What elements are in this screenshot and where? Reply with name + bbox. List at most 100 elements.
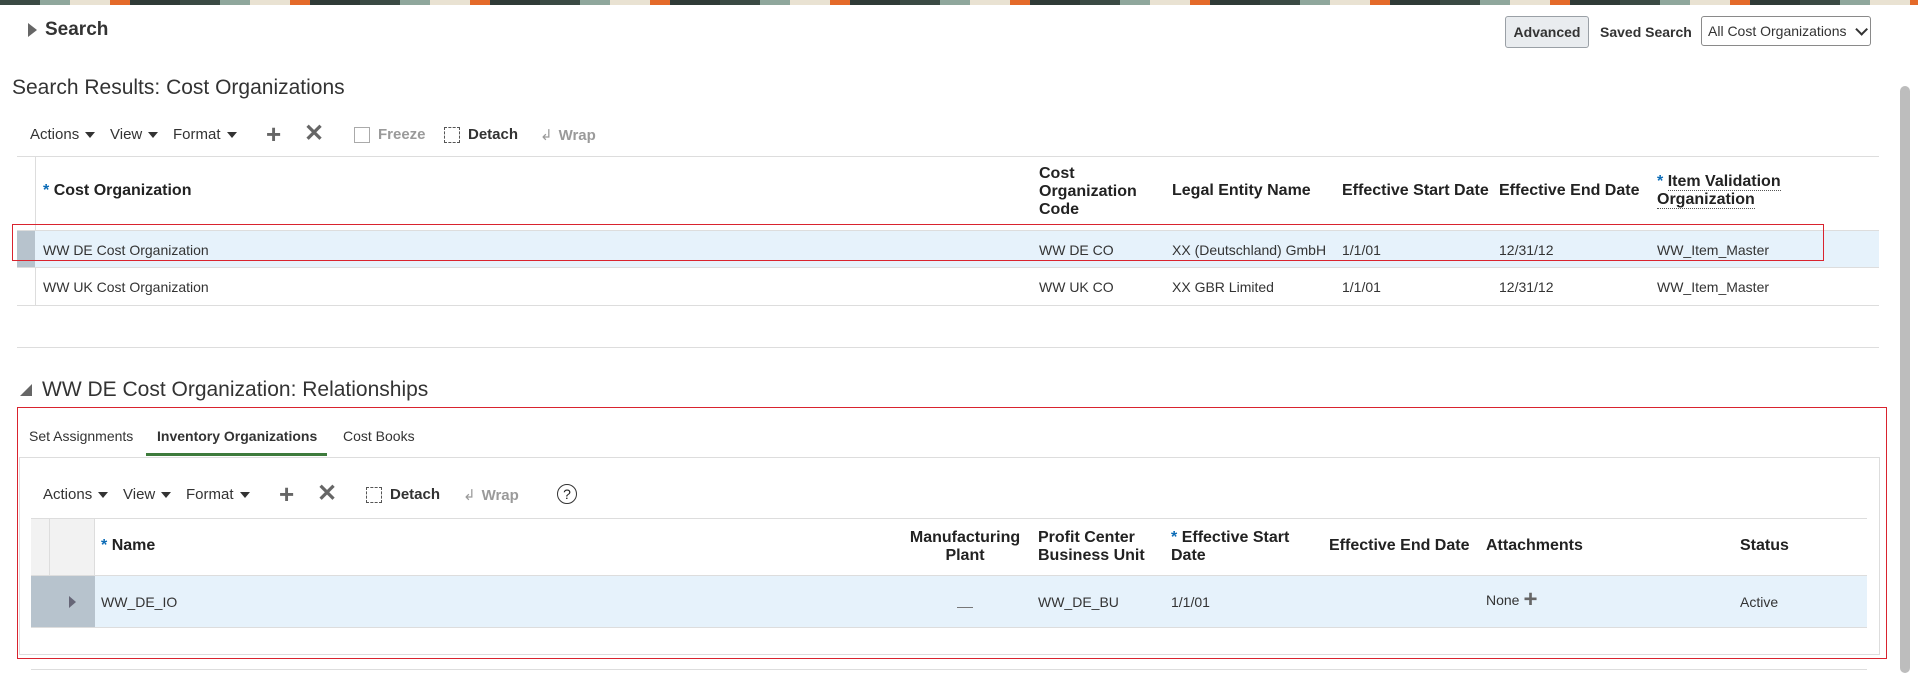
cell-cost-organization: WW UK Cost Organization [43,279,209,295]
rel-rowheader-blank [31,519,49,575]
section-divider [17,347,1879,348]
cell-code: WW UK CO [1039,279,1114,295]
help-icon[interactable]: ? [557,484,577,504]
wrap-icon: ↲ [540,127,553,144]
search-title: Search [45,19,109,40]
caret-down-icon [226,131,237,138]
col-manufacturing-plant[interactable]: Manufacturing Plant [905,529,1025,565]
delete-icon[interactable]: ✕ [304,122,324,146]
required-star: * [43,182,50,199]
caret-down-icon [148,131,159,138]
col-effective-start-date[interactable]: * Effective Start Date [1171,529,1289,565]
highlight-selected-row [12,224,1824,261]
col-profit-center-business-unit[interactable]: Profit Center Business Unit [1038,529,1145,565]
required-star: * [1657,173,1664,190]
caret-down-icon [85,131,96,138]
col-effective-end-date[interactable]: Effective End Date [1499,182,1639,200]
cell-profit-center-bu: WW_DE_BU [1038,594,1119,610]
col-label: Date [1171,547,1206,564]
expand-triangle-icon [28,23,37,37]
wrap-icon: ↲ [463,487,476,504]
results-title: Search Results: Cost Organizations [12,76,345,99]
saved-search-select[interactable]: All Cost Organizations [1701,16,1871,46]
col-effective-start-date[interactable]: Effective Start Date [1342,182,1489,200]
results-table-top-border [17,156,1879,157]
col-attachments[interactable]: Attachments [1486,537,1583,555]
col-cost-organization[interactable]: * Cost Organization [43,182,191,200]
collapse-triangle-icon [20,384,32,396]
page-bottom-divider [31,669,1867,670]
col-effective-end-date[interactable]: Effective End Date [1329,537,1469,555]
rel-format-menu[interactable]: Format [186,486,250,503]
col-item-validation-organization[interactable]: * Item Validation Organization [1657,173,1807,209]
cell-start-date: 1/1/01 [1171,594,1210,610]
tab-set-assignments[interactable]: Set Assignments [29,428,133,444]
advanced-button[interactable]: Advanced [1505,16,1589,48]
col-label: Effective Start [1181,529,1290,546]
cell-legal-entity: XX GBR Limited [1172,279,1274,295]
freeze-button[interactable]: Freeze [354,126,426,143]
rel-table-bottom-border [31,627,1867,628]
freeze-label: Freeze [378,126,426,143]
cell-start-date: 1/1/01 [1342,279,1381,295]
wrap-label: Wrap [558,126,596,144]
cell-status: Active [1740,594,1779,610]
col-label: Item Validation Organization [1657,173,1781,209]
col-label: Plant [945,547,985,564]
col-label: Business Unit [1038,547,1145,564]
rel-actions-menu[interactable]: Actions [43,486,109,503]
actions-label: Actions [43,486,93,503]
results-view-menu[interactable]: View [110,126,159,143]
add-attachment-icon[interactable]: + [1523,588,1537,612]
table-row[interactable] [31,576,1867,627]
saved-search-label: Saved Search [1600,24,1692,40]
caret-down-icon [98,491,109,498]
caret-down-icon [239,491,250,498]
detach-button[interactable]: Detach [444,126,518,143]
results-actions-menu[interactable]: Actions [30,126,96,143]
manufacturing-plant-empty-dash [957,607,973,608]
relationships-title: WW DE Cost Organization: Relationships [42,378,429,401]
results-table-bottom-border [17,305,1879,306]
detach-label: Detach [390,486,441,503]
rel-table-top-border [31,518,1867,519]
col-label: Manufacturing [909,529,1021,546]
search-section-header[interactable]: Search [28,19,108,41]
results-format-menu[interactable]: Format [173,126,237,143]
tab-cost-books[interactable]: Cost Books [343,428,415,444]
header-banner [0,0,1918,5]
detach-label: Detach [468,126,519,143]
wrap-button[interactable]: ↲ Wrap [540,126,596,145]
expand-row-icon [68,595,76,608]
relationships-section-header[interactable]: WW DE Cost Organization: Relationships [20,378,428,402]
caret-down-icon [161,491,172,498]
rel-detach-button[interactable]: Detach [366,486,440,503]
add-icon[interactable]: + [279,481,294,507]
cell-item-validation-org: WW_Item_Master [1657,279,1770,295]
cell-end-date: 12/31/12 [1499,279,1554,295]
required-star: * [101,537,108,554]
rel-wrap-button[interactable]: ↲ Wrap [463,486,519,505]
row-header-selected[interactable] [31,576,49,627]
add-icon[interactable]: + [266,121,281,147]
wrap-label: Wrap [481,486,519,504]
attachments-value: None [1486,592,1520,608]
col-label: Name [111,537,156,554]
col-status[interactable]: Status [1740,537,1789,555]
row-expand-button[interactable] [49,576,95,627]
rel-view-menu[interactable]: View [123,486,172,503]
col-cost-organization-code[interactable]: Cost Organization Code [1039,165,1149,219]
detach-icon [366,486,382,503]
rel-expand-col-header [49,519,95,575]
page-scrollbar[interactable] [1900,86,1910,673]
col-name[interactable]: * Name [101,537,155,555]
view-label: View [123,486,156,503]
col-label: Profit Center [1038,529,1135,546]
delete-icon[interactable]: ✕ [317,482,337,506]
tab-inventory-organizations[interactable]: Inventory Organizations [146,428,328,456]
view-label: View [110,126,143,143]
format-label: Format [173,126,221,143]
cell-attachments: None + [1486,588,1537,612]
cell-name: WW_DE_IO [101,594,178,610]
col-legal-entity-name[interactable]: Legal Entity Name [1172,182,1311,200]
